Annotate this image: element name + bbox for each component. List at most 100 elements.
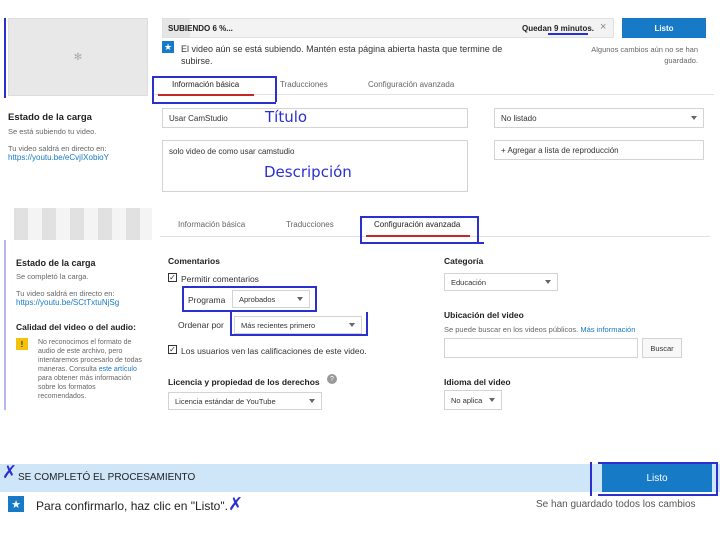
language-value: No aplica: [451, 395, 483, 405]
annotation-line: [590, 462, 592, 496]
category-value: Educación: [451, 277, 487, 287]
annotation-line: [360, 242, 484, 244]
video-url-link-2[interactable]: https://youtu.be/SCtTxtuNjSg: [16, 298, 119, 307]
upload-state-text-2: Se completó la carga.: [16, 272, 89, 281]
location-text: Se puede buscar en los videos públicos. …: [444, 325, 635, 334]
annotation-line: [315, 286, 317, 312]
upload-state-title: Estado de la carga: [8, 112, 92, 123]
annotation-underline: [548, 33, 588, 35]
saved-all-text: Se han guardado todos los cambios: [536, 499, 696, 510]
processing-status-text: SE COMPLETÓ EL PROCESAMIENTO: [18, 472, 196, 483]
video-url-link[interactable]: https://youtu.be/eCvjIXobioY: [8, 153, 109, 162]
quality-article-link[interactable]: este artículo: [99, 366, 137, 373]
annotation-line: [275, 76, 277, 102]
annotation-line: [4, 240, 6, 410]
upload-state-text: Se está subiendo tu video.: [8, 127, 97, 136]
chevron-down-icon: [691, 116, 697, 120]
license-value: Licencia estándar de YouTube: [175, 396, 276, 406]
done-button-bottom[interactable]: Listo: [602, 464, 712, 492]
chevron-down-icon: [545, 280, 551, 284]
location-search-button[interactable]: Buscar: [642, 338, 682, 358]
location-text-main: Se puede buscar en los videos públicos.: [444, 325, 579, 334]
location-search-input[interactable]: [444, 338, 638, 358]
done-button-top[interactable]: Listo: [622, 18, 706, 38]
add-to-playlist-button[interactable]: + Agregar a lista de reproducción: [494, 140, 704, 160]
cancel-upload-close-icon[interactable]: ×: [600, 21, 606, 33]
annotation-underline: [366, 235, 470, 237]
quality-text: No reconocimos el formato de audio de es…: [38, 338, 144, 401]
location-more-info-link[interactable]: Más información: [580, 325, 635, 334]
video-thumbnail-blurred: [14, 208, 152, 240]
privacy-select[interactable]: No listado: [494, 108, 704, 128]
annotation-line: [360, 216, 478, 218]
category-title: Categoría: [444, 256, 484, 266]
description-annotation: Descripción: [264, 163, 352, 181]
chevron-down-icon: [309, 399, 315, 403]
annotation-line: [152, 76, 276, 78]
help-icon[interactable]: ?: [327, 374, 337, 384]
annotation-line: [182, 286, 316, 288]
annotation-line: [230, 312, 232, 336]
chevron-down-icon: [349, 323, 355, 327]
annotation-underline: [158, 94, 254, 96]
allow-comments-checkbox[interactable]: ✓: [168, 273, 177, 282]
video-available-label-2: Tu video saldrá en directo en:: [16, 289, 115, 298]
license-select[interactable]: Licencia estándar de YouTube: [168, 392, 322, 410]
annotation-line: [360, 216, 362, 244]
star-confirm-icon: ★: [8, 496, 24, 512]
annotation-line: [716, 462, 718, 496]
annotation-line: [477, 216, 479, 242]
tab-basic-info-top[interactable]: Información básica: [172, 80, 239, 89]
ratings-label: Los usuarios ven las calificaciones de e…: [181, 346, 367, 356]
annotation-line: [182, 286, 184, 312]
upload-status-text: SUBIENDO 6 %...: [168, 24, 233, 33]
quality-title: Calidad del video o del audio:: [16, 322, 136, 332]
chevron-down-icon: [297, 297, 303, 301]
comments-title: Comentarios: [168, 256, 220, 266]
annotation-line: [152, 76, 154, 104]
time-left-text: Quedan 9 minutos.: [522, 24, 595, 33]
location-title: Ubicación del video: [444, 310, 524, 320]
sort-label: Ordenar por: [178, 320, 224, 330]
privacy-value: No listado: [501, 113, 537, 123]
annotation-line: [598, 494, 718, 496]
program-select[interactable]: Aprobados: [232, 290, 310, 308]
tab-advanced[interactable]: Configuración avanzada: [374, 220, 460, 229]
sort-value: Más recientes primero: [241, 320, 316, 330]
annotation-line: [4, 18, 6, 98]
annotation-line: [152, 102, 276, 104]
search-button-label: Buscar: [650, 343, 674, 353]
annotation-line: [230, 334, 368, 336]
saved-note-text: Algunos cambios aún no se han guardado.: [591, 45, 698, 65]
star-notice-icon: ★: [162, 41, 174, 53]
upload-state-title-2: Estado de la carga: [16, 258, 96, 268]
category-select[interactable]: Educación: [444, 273, 558, 291]
annotation-line: [182, 310, 316, 312]
sort-select[interactable]: Más recientes primero: [234, 316, 362, 334]
tab-basic-info[interactable]: Información básica: [178, 220, 245, 229]
ratings-checkbox[interactable]: ✓: [168, 345, 177, 354]
description-value: solo video de como usar camstudio: [169, 147, 295, 156]
tab-translations[interactable]: Traducciones: [286, 220, 334, 229]
quality-text-after: para obtener más información sobre los f…: [38, 375, 131, 400]
annotation-line: [366, 312, 368, 336]
video-available-label: Tu video saldrá en directo en:: [8, 144, 107, 153]
chevron-down-icon: [489, 398, 495, 402]
video-thumbnail-uploading: ✻: [8, 18, 148, 96]
tab-advanced-top[interactable]: Configuración avanzada: [368, 80, 454, 89]
language-title: Idioma del video: [444, 377, 511, 387]
allow-comments-label: Permitir comentarios: [181, 274, 259, 284]
title-value: Usar CamStudio: [169, 113, 228, 123]
playlist-button-label: + Agregar a lista de reproducción: [501, 145, 619, 155]
license-title: Licencia y propiedad de los derechos: [168, 377, 320, 387]
tab-translations-top[interactable]: Traducciones: [280, 80, 328, 89]
loading-spinner-icon: ✻: [73, 51, 83, 63]
warning-icon: !: [16, 338, 28, 350]
language-select[interactable]: No aplica: [444, 390, 502, 410]
confirm-text: Para confirmarlo, haz clic en "Listo".: [36, 499, 228, 513]
annotation-mark: ✗: [228, 494, 244, 515]
title-input[interactable]: Usar CamStudio: [162, 108, 468, 128]
upload-notice-text: El video aún se está subiendo. Mantén es…: [181, 44, 503, 66]
annotation-line: [598, 462, 718, 464]
title-annotation: Título: [265, 108, 308, 126]
